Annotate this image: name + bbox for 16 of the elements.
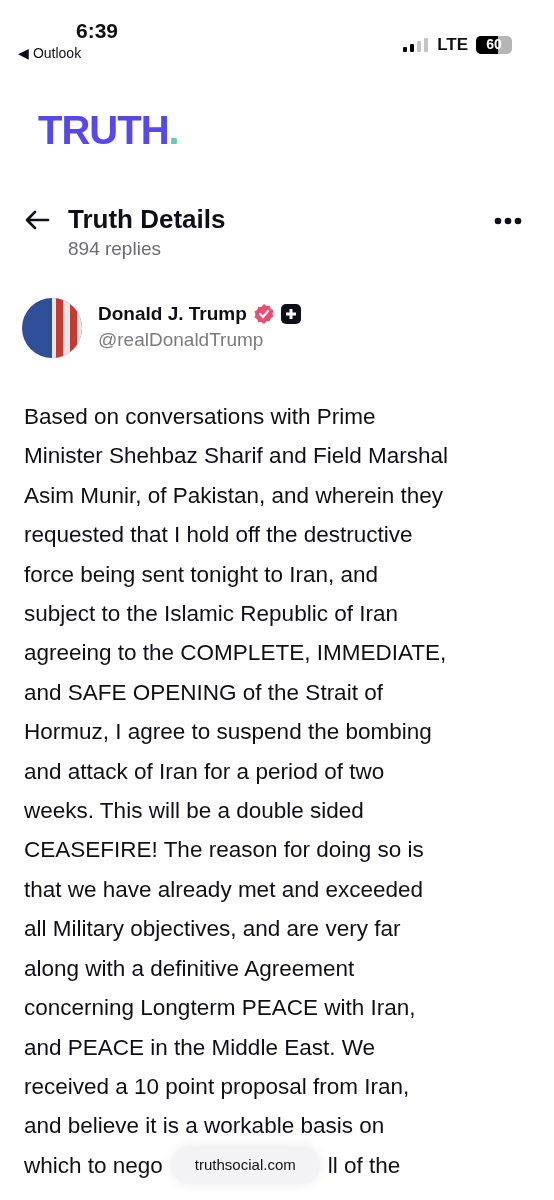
back-arrow-icon[interactable]	[24, 210, 50, 230]
signal-icon	[403, 37, 430, 52]
post-text-fragment: ll of the	[327, 1151, 401, 1180]
truth-logo: TRUTH.	[38, 108, 179, 152]
url-pill: truthsocial.com	[170, 1146, 320, 1185]
network-label: LTE	[437, 34, 468, 56]
post-text-fragment: which to nego	[24, 1151, 163, 1180]
author-name[interactable]: Donald J. Trump	[98, 302, 247, 326]
avatar[interactable]	[22, 298, 82, 358]
back-to-app-link[interactable]: ◀ Outlook	[18, 44, 119, 62]
plus-badge-icon	[280, 304, 301, 324]
status-time: 6:39	[76, 18, 119, 44]
reply-count: 894 replies	[68, 237, 162, 261]
more-options-icon[interactable]	[494, 217, 522, 225]
author-handle: @realDonaldTrump	[98, 328, 265, 352]
page-title: Truth Details	[68, 203, 227, 236]
